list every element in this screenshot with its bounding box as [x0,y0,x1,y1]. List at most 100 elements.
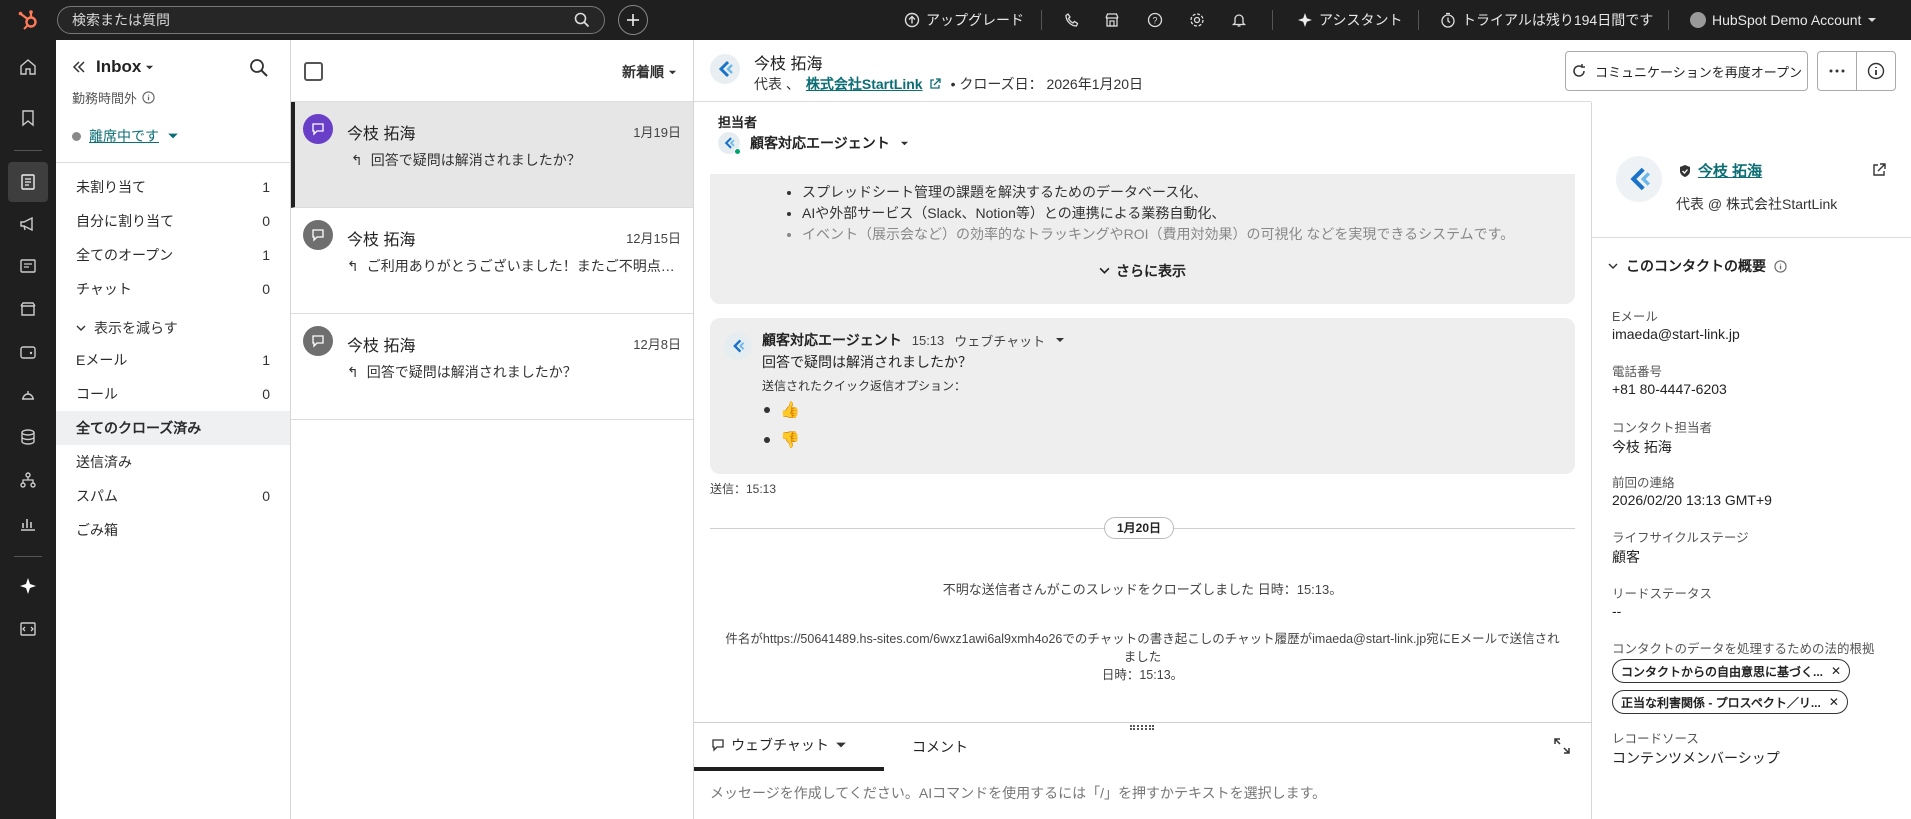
database-icon[interactable] [8,417,48,457]
upgrade-button[interactable]: アップグレード [904,0,1024,40]
sort-dropdown[interactable]: 新着順 [622,62,677,82]
field-value-owner[interactable]: 今枝 拓海 [1612,437,1672,457]
more-icon [1829,69,1845,73]
notifications-button[interactable] [1231,0,1247,40]
search-input[interactable] [72,12,574,28]
settings-button[interactable] [1189,0,1205,40]
contact-name-link[interactable]: 今枝 拓海 [1678,160,1762,181]
sidebar-item-label: コール [76,386,118,402]
help-button[interactable]: ? [1147,0,1163,40]
sidebar-item-sent[interactable]: 送信済み [56,445,290,479]
legal-basis-chip[interactable]: コンタクトからの自由意思に基づく... ✕ [1612,659,1851,683]
sidebar-item-count: 1 [262,179,270,195]
field-label: コンタクト担当者 [1612,421,1713,435]
inbox-sidebar: Inbox 勤務時間外 離席中です 未割り当て 1 自分に割り当て 0 全てのオープ… [56,40,291,819]
create-button[interactable] [618,5,648,35]
field-value-email[interactable]: imaeda@start-link.jp [1612,326,1740,342]
expand-icon[interactable] [1553,737,1571,755]
field-label: リードステータス [1612,587,1713,601]
trial-button[interactable]: トライアルは残り194日間です [1440,0,1653,40]
legal-basis-chip[interactable]: 正当な利害関係 - プロスペクト／リ... ✕ [1612,690,1848,714]
search-icon[interactable] [249,58,269,78]
field-value-phone[interactable]: +81 80-4447-6203 [1612,381,1727,397]
sidebar-item-email[interactable]: Eメール 1 [56,343,290,377]
sidebar-item-all-open[interactable]: 全てのオープン 1 [56,238,290,272]
info-icon[interactable] [1774,259,1787,273]
crm-records-icon[interactable] [8,162,48,202]
sidebar-item-unassigned[interactable]: 未割り当て 1 [56,170,290,204]
reports-icon[interactable] [8,503,48,543]
conversation-name: 今枝 拓海 [347,232,416,249]
external-link-icon[interactable] [929,78,941,90]
assistant-label: アシスタント [1319,12,1403,28]
tab-comment[interactable]: コメント [912,723,968,771]
select-all-checkbox[interactable] [304,62,323,81]
caret-down-icon[interactable] [145,63,154,72]
show-less-label: 表示を減らす [94,320,178,336]
message-input[interactable]: メッセージを作成してください。AIコマンドを使用するには「/」を押すかテキストを… [710,783,1326,803]
marketplace-button[interactable] [1104,0,1120,40]
sidebar-item-calls[interactable]: コール 0 [56,377,290,411]
gear-icon [1190,13,1204,27]
conversation-item[interactable]: 今枝 拓海 12月8日 ↰ 回答で疑問は解消されましたか？ [291,314,693,420]
sidebar-item-spam[interactable]: スパム 0 [56,479,290,513]
sidebar-item-assigned-to-me[interactable]: 自分に割り当て 0 [56,204,290,238]
date-divider: 1月20日 [1104,517,1174,539]
caret-down-icon[interactable] [1055,335,1065,345]
workflow-icon[interactable] [8,460,48,500]
global-search[interactable] [57,6,605,34]
company-link[interactable]: 株式会社StartLink [806,74,923,94]
bookmark-icon[interactable] [8,98,48,138]
conversation-item[interactable]: 今枝 拓海 12月15日 ↰ ご利用ありがとうございました！またご不明点がございま… [291,208,693,314]
field-value-lead-status[interactable]: -- [1612,603,1621,619]
collapse-icon[interactable] [72,60,86,74]
conversation-item[interactable]: 今枝 拓海 1月19日 ↰ 回答で疑問は解消されましたか？ [291,102,693,208]
message-bubble: 顧客対応エージェント 15:13 ウェブチャット 回答で疑問は解消されましたか？… [710,318,1575,474]
tab-label: コメント [912,739,968,755]
account-menu[interactable]: HubSpot Demo Account [1690,0,1877,40]
show-less-toggle[interactable]: 表示を減らす [76,318,178,338]
reply-icon: ↰ [347,363,359,380]
assignee-dropdown[interactable]: 顧客対応エージェント [718,132,909,155]
info-panel-button[interactable] [1856,51,1896,91]
agent-name: 顧客対応エージェント [750,135,890,151]
info-icon[interactable] [142,91,155,104]
calling-button[interactable] [1064,0,1080,40]
more-actions-button[interactable] [1817,51,1857,91]
dev-tools-icon[interactable] [8,609,48,649]
assistant-button[interactable]: アシスタント [1297,0,1402,40]
sidebar-item-label: 自分に割り当て [76,213,174,229]
megaphone-icon[interactable] [8,204,48,244]
quick-reply-label: 送信されたクイック返信オプション： [762,379,967,393]
quick-reply-option: 👎 [764,430,800,450]
contact-name[interactable]: 今枝 拓海 [754,50,822,74]
tab-webchat[interactable]: ウェブチャット [694,723,884,771]
chat-avatar-icon [303,220,333,250]
close-icon[interactable]: ✕ [1829,695,1839,709]
wallet-icon[interactable] [8,332,48,372]
search-icon[interactable] [574,12,590,28]
field-value-lifecycle[interactable]: 顧客 [1612,547,1640,567]
chip-label: 正当な利害関係 - プロスペクト／リ... [1621,695,1821,710]
composer: ウェブチャット コメント メッセージを作成してください。AIコマンドを使用するに… [694,722,1591,819]
reopen-conversation-button[interactable]: コミュニケーションを再度オープン [1565,51,1808,91]
home-icon[interactable] [8,47,48,87]
commerce-icon[interactable] [8,289,48,329]
sidebar-item-trash[interactable]: ごみ箱 [56,513,290,547]
external-link-icon[interactable] [1871,162,1887,178]
content-icon[interactable] [8,246,48,286]
show-more-button[interactable]: さらに表示 [710,261,1575,281]
quick-reply-option: 👍 [764,400,800,420]
sidebar-item-all-closed[interactable]: 全てのクローズ済み [56,411,290,445]
inbox-title[interactable]: Inbox [96,57,141,77]
working-hours: 勤務時間外 [72,88,155,107]
contact-summary-section[interactable]: このコンタクトの概要 [1608,256,1787,276]
breeze-sparkle-icon[interactable] [8,566,48,606]
hubspot-logo-icon[interactable] [0,0,56,40]
close-icon[interactable]: ✕ [1831,664,1841,678]
availability-status[interactable]: 離席中です [72,126,179,146]
resize-handle[interactable] [1130,725,1154,730]
sidebar-item-chat[interactable]: チャット 0 [56,272,290,306]
service-icon[interactable] [8,375,48,415]
sparkle-icon [1298,13,1312,27]
